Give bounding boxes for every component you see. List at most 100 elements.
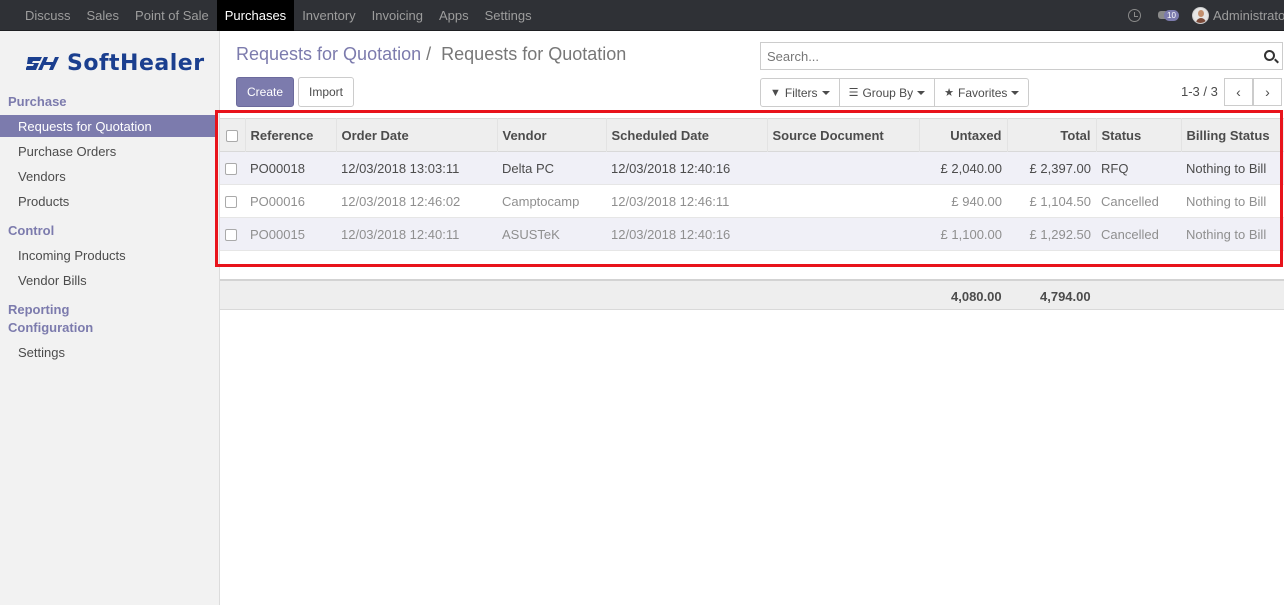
cell-total: £ 2,397.00	[1029, 160, 1091, 176]
cell-reference: PO00018	[250, 160, 305, 176]
nav-inventory[interactable]: Inventory	[294, 0, 363, 31]
column-vendor[interactable]: Vendor	[497, 118, 607, 152]
create-button[interactable]: Create	[236, 77, 294, 107]
column-order-date[interactable]: Order Date	[336, 118, 498, 152]
nav-settings[interactable]: Settings	[477, 0, 540, 31]
pager-previous-button[interactable]: ‹	[1224, 78, 1253, 106]
breadcrumb-parent[interactable]: Requests for Quotation	[236, 44, 421, 64]
row-checkbox[interactable]	[225, 229, 237, 242]
sidebar-item-purchase-orders[interactable]: Purchase Orders	[0, 140, 215, 162]
column-status[interactable]: Status	[1096, 118, 1182, 152]
cell-scheduled-date: 12/03/2018 12:40:16	[611, 226, 731, 242]
table-row[interactable]: PO00018 12/03/2018 13:03:11 Delta PC 12/…	[220, 151, 1284, 185]
rfq-list: Reference Order Date Vendor Scheduled Da…	[220, 118, 1284, 280]
row-checkbox[interactable]	[225, 163, 237, 176]
cell-order-date: 12/03/2018 12:40:11	[341, 226, 460, 242]
cell-order-date: 12/03/2018 13:03:11	[341, 160, 460, 176]
cell-status: Cancelled	[1101, 226, 1159, 242]
cell-source-document	[767, 218, 919, 251]
cell-vendor: ASUSTeK	[502, 226, 560, 242]
table-header: Reference Order Date Vendor Scheduled Da…	[220, 118, 1284, 152]
nav-discuss[interactable]: Discuss	[17, 0, 79, 31]
search-box	[760, 42, 1283, 70]
row-select-cell	[220, 218, 245, 251]
section-reporting[interactable]: Reporting	[8, 302, 69, 317]
sidebar: SoftHealer Purchase Requests for Quotati…	[0, 31, 220, 605]
sidebar-item-products[interactable]: Products	[0, 190, 215, 212]
favorites-button[interactable]: ★ Favorites	[935, 79, 1028, 106]
sidebar-item-requests-for-quotation[interactable]: Requests for Quotation	[0, 115, 215, 137]
company-logo: SoftHealer	[26, 50, 205, 76]
column-reference[interactable]: Reference	[245, 118, 337, 152]
messaging-icon[interactable]: 10	[1158, 9, 1182, 23]
cell-untaxed: £ 1,100.00	[940, 226, 1002, 242]
sidebar-item-vendors[interactable]: Vendors	[0, 165, 215, 187]
select-all-checkbox[interactable]	[226, 130, 238, 143]
chevron-down-icon	[917, 90, 926, 95]
cell-scheduled-date: 12/03/2018 12:46:11	[611, 193, 730, 209]
cell-source-document	[767, 185, 919, 218]
empty-row	[220, 250, 1284, 280]
table-row[interactable]: PO00015 12/03/2018 12:40:11 ASUSTeK 12/0…	[220, 217, 1284, 251]
sum-untaxed: 4,080.00	[951, 289, 1002, 304]
rfq-table: Reference Order Date Vendor Scheduled Da…	[220, 118, 1284, 280]
row-checkbox[interactable]	[225, 196, 237, 209]
activity-clock-icon[interactable]	[1128, 9, 1141, 22]
cell-order-date: 12/03/2018 12:46:02	[341, 193, 461, 209]
column-scheduled-date[interactable]: Scheduled Date	[606, 118, 768, 152]
nav-sales[interactable]: Sales	[79, 0, 128, 31]
group-by-label: Group By	[862, 85, 914, 100]
user-avatar[interactable]	[1192, 7, 1209, 24]
breadcrumb: Requests for Quotation / Requests for Qu…	[236, 44, 626, 65]
table-row[interactable]: PO00016 12/03/2018 12:46:02 Camptocamp 1…	[220, 185, 1284, 218]
section-configuration: Configuration	[8, 320, 94, 335]
chat-badge: 10	[1164, 9, 1179, 21]
import-button[interactable]: Import	[298, 77, 354, 107]
nav-point-of-sale[interactable]: Point of Sale	[127, 0, 217, 31]
cell-reference: PO00015	[250, 226, 305, 242]
group-by-button[interactable]: ☰ Group By	[840, 79, 936, 106]
breadcrumb-separator: /	[426, 44, 432, 64]
column-untaxed[interactable]: Untaxed	[919, 118, 1008, 152]
cell-source-document	[767, 152, 919, 185]
pager-next-button[interactable]: ›	[1253, 78, 1282, 106]
chevron-right-icon: ›	[1265, 84, 1270, 100]
cell-vendor: Camptocamp	[502, 193, 580, 209]
nav-invoicing[interactable]: Invoicing	[364, 0, 431, 31]
cell-untaxed: £ 2,040.00	[940, 160, 1002, 176]
top-navbar: Discuss Sales Point of Sale Purchases In…	[0, 0, 1284, 31]
softhealer-logo-icon	[26, 57, 59, 70]
list-icon: ☰	[848, 87, 859, 99]
cell-reference: PO00016	[250, 193, 305, 209]
select-all-cell	[220, 118, 246, 152]
cell-total: £ 1,104.50	[1029, 193, 1091, 209]
sum-total: 4,794.00	[1040, 289, 1091, 304]
chevron-left-icon: ‹	[1236, 84, 1241, 100]
sidebar-item-settings[interactable]: Settings	[0, 341, 215, 363]
cell-billing-status: Nothing to Bill	[1186, 160, 1267, 176]
section-control: Control	[8, 223, 55, 238]
cell-status: Cancelled	[1101, 193, 1159, 209]
filters-button[interactable]: ▼ Filters	[761, 79, 840, 106]
chevron-down-icon	[821, 90, 830, 95]
pager-value[interactable]: 1-3 / 3	[1181, 84, 1218, 99]
row-select-cell	[220, 152, 245, 185]
section-purchase: Purchase	[8, 94, 67, 109]
user-name[interactable]: Administrator	[1213, 8, 1284, 23]
sidebar-item-incoming-products[interactable]: Incoming Products	[0, 244, 215, 266]
star-icon: ★	[944, 87, 955, 99]
nav-purchases[interactable]: Purchases	[216, 0, 295, 31]
nav-apps[interactable]: Apps	[431, 0, 477, 31]
cell-vendor: Delta PC	[502, 160, 555, 176]
column-source-document[interactable]: Source Document	[767, 118, 920, 152]
sidebar-item-vendor-bills[interactable]: Vendor Bills	[0, 269, 215, 291]
search-icon[interactable]	[1264, 50, 1275, 61]
breadcrumb-current: Requests for Quotation	[441, 44, 627, 64]
column-total[interactable]: Total	[1007, 118, 1097, 152]
table-footer-totals: 4,080.00 4,794.00	[220, 279, 1284, 310]
column-billing-status[interactable]: Billing Status	[1181, 118, 1284, 152]
filter-icon: ▼	[770, 86, 781, 99]
app-menu: Discuss Sales Point of Sale Purchases In…	[0, 0, 540, 31]
search-input[interactable]	[761, 43, 1251, 69]
filters-label: Filters	[784, 85, 818, 100]
